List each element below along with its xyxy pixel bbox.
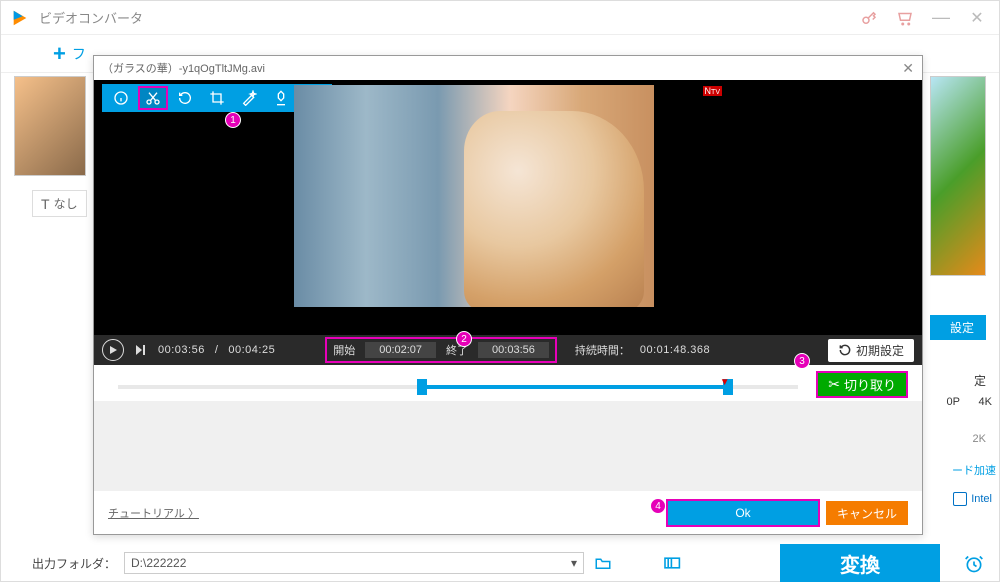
app-title: ビデオコンバータ: [39, 8, 845, 27]
timeline-track[interactable]: ▼: [118, 385, 798, 389]
video-editor-dialog: （ガラスの華）-y1qOgTltJMg.avi ✕: [93, 55, 923, 535]
playhead-marker[interactable]: ▼: [720, 377, 730, 388]
scissors-icon: ✂: [828, 376, 840, 393]
preview-area: NTV: [94, 80, 922, 335]
duration-value: 00:01:48.368: [640, 344, 710, 356]
browse-folder-button[interactable]: [592, 552, 614, 574]
video-preview: [294, 85, 654, 307]
file-thumbnail[interactable]: [14, 76, 86, 176]
timecode-sep: /: [215, 344, 219, 356]
hw-accel-label: ード加速: [952, 462, 996, 478]
intel-chip-icon: [953, 492, 967, 506]
settings-label-fragment: 定: [974, 372, 986, 389]
timecode-current: 00:03:56: [158, 344, 205, 356]
settings-button-fragment[interactable]: 設定: [930, 315, 986, 340]
info-tool-button[interactable]: [106, 86, 136, 110]
editor-footer: チュートリアル 〉 Ok キャンセル: [94, 491, 922, 535]
end-time-input[interactable]: 00:03:56: [478, 342, 549, 358]
output-folder-label: 出力フォルダ：: [32, 555, 116, 572]
alarm-icon[interactable]: [964, 554, 984, 574]
output-folder-dropdown[interactable]: D:\222222 ▾: [124, 552, 584, 574]
callout-badge-3: 3: [794, 353, 810, 369]
tutorial-link[interactable]: チュートリアル 〉: [108, 505, 199, 521]
merge-button[interactable]: [662, 552, 684, 574]
add-plus-icon[interactable]: +: [53, 41, 66, 67]
app-logo-icon: [11, 9, 29, 27]
duration-label: 持続時間：: [575, 342, 630, 358]
add-label[interactable]: フ: [72, 44, 86, 64]
reset-button[interactable]: 初期設定: [828, 339, 914, 362]
effect-tool-button[interactable]: [234, 86, 264, 110]
output-format-thumbnail[interactable]: [930, 76, 986, 276]
editor-file-name: （ガラスの華）-y1qOgTltJMg.avi: [102, 60, 902, 76]
key-icon[interactable]: [857, 6, 881, 30]
intel-badge: Intel: [953, 492, 992, 506]
preview-frame-content: [464, 111, 644, 307]
cut-tool-button[interactable]: [138, 86, 168, 110]
reset-label: 初期設定: [856, 342, 904, 359]
titlebar: ビデオコンバータ — ✕: [1, 1, 999, 35]
play-button[interactable]: [102, 339, 124, 361]
step-forward-button[interactable]: [134, 343, 148, 357]
convert-button[interactable]: 変換: [780, 544, 940, 582]
resolution-4k-label: 4K: [979, 396, 992, 408]
start-time-input[interactable]: 00:02:07: [365, 342, 436, 358]
chevron-down-icon: ▾: [571, 556, 577, 570]
editor-close-button[interactable]: ✕: [902, 60, 914, 77]
ok-button[interactable]: Ok: [668, 501, 818, 525]
cart-icon[interactable]: [893, 6, 917, 30]
trim-start-handle[interactable]: [417, 379, 427, 395]
callout-badge-4: 4: [650, 498, 666, 514]
subtitle-dropdown[interactable]: T なし: [32, 190, 87, 217]
rotate-tool-button[interactable]: [170, 86, 200, 110]
editor-titlebar: （ガラスの華）-y1qOgTltJMg.avi ✕: [94, 56, 922, 80]
crop-tool-button[interactable]: [202, 86, 232, 110]
timeline-selection: [417, 385, 723, 389]
cut-button-label: 切り取り: [844, 375, 896, 394]
cancel-button[interactable]: キャンセル: [826, 501, 908, 525]
callout-badge-1: 1: [225, 112, 241, 128]
trim-range-section: 開始 00:02:07 終了 00:03:56: [325, 337, 557, 363]
resolution-0p-label: 0P: [947, 396, 960, 408]
start-label: 開始: [333, 342, 355, 358]
watermark-tool-button[interactable]: [266, 86, 296, 110]
close-main-button[interactable]: ✕: [965, 6, 989, 30]
subtitle-value: なし: [54, 195, 78, 212]
cut-button[interactable]: ✂ 切り取り: [816, 371, 908, 398]
clip-list-area: [94, 401, 922, 491]
callout-badge-2: 2: [456, 331, 472, 347]
resolution-2k-label: 2K: [973, 433, 986, 445]
bottom-bar: 出力フォルダ： D:\222222 ▾ 変換: [0, 544, 1000, 582]
watermark-badge: NTV: [703, 86, 722, 96]
minimize-button[interactable]: —: [929, 6, 953, 30]
output-folder-value: D:\222222: [131, 556, 186, 570]
timeline-area: ▼ ✂ 切り取り: [94, 365, 922, 401]
intel-text: Intel: [971, 493, 992, 505]
timecode-total: 00:04:25: [228, 344, 275, 356]
text-icon: T: [41, 196, 50, 212]
